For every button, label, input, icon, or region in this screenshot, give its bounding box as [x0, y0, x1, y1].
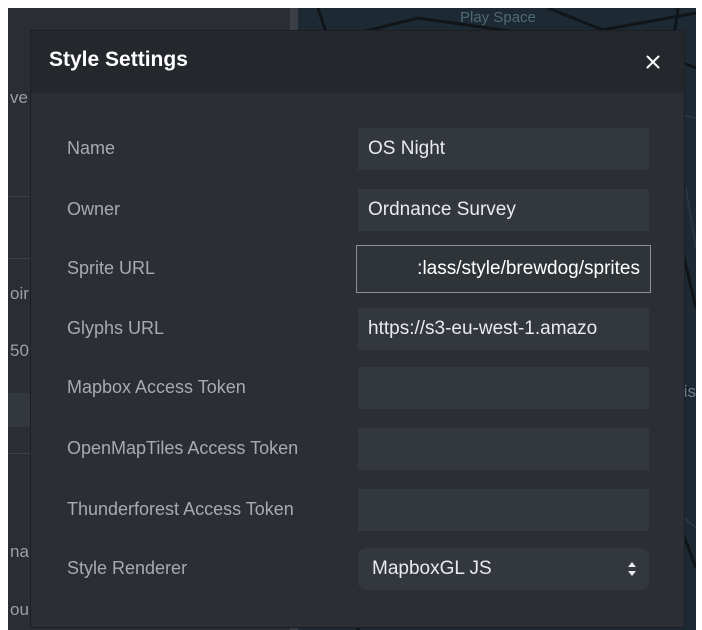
owner-input[interactable]	[358, 189, 649, 231]
background-text-fragment: 50	[10, 341, 29, 360]
thunderforest-token-input[interactable]	[358, 489, 649, 531]
glyphs-url-input[interactable]	[358, 308, 649, 350]
close-icon	[646, 55, 660, 69]
field-row-mapbox-token: Mapbox Access Token	[31, 367, 684, 413]
field-row-name: Name	[31, 128, 684, 174]
field-row-sprite-url: Sprite URL :lass/style/brewdog/sprites	[31, 245, 684, 294]
field-label-mapbox-token: Mapbox Access Token	[67, 377, 246, 397]
style-settings-modal: Style Settings Name Owner Sprite URL :la…	[31, 31, 684, 627]
map-label: Play Space	[460, 9, 536, 26]
style-renderer-value: MapboxGL JS	[372, 558, 492, 579]
mapbox-token-input[interactable]	[358, 367, 649, 409]
sprite-url-input[interactable]: :lass/style/brewdog/sprites	[356, 245, 651, 293]
field-label-openmaptiles-token: OpenMapTiles Access Token	[67, 438, 299, 458]
background-text-fragment: ve	[10, 88, 28, 107]
field-row-owner: Owner	[31, 189, 684, 235]
select-arrows-icon	[628, 562, 636, 576]
field-label-glyphs-url: Glyphs URL	[67, 318, 165, 338]
screen: ve oir 50 nar ou Play Space nis Style Se…	[0, 0, 702, 630]
field-label-owner: Owner	[67, 199, 121, 219]
field-row-openmaptiles-token: OpenMapTiles Access Token	[31, 428, 684, 474]
background-text-fragment: oir	[10, 284, 29, 303]
field-label-name: Name	[67, 138, 116, 158]
background-text-fragment: ou	[10, 600, 29, 619]
field-row-thunderforest-token: Thunderforest Access Token	[31, 489, 684, 535]
modal-title: Style Settings	[49, 48, 188, 71]
field-row-style-renderer: Style Renderer MapboxGL JS	[31, 548, 684, 594]
name-input[interactable]	[358, 128, 649, 170]
openmaptiles-token-input[interactable]	[358, 428, 649, 470]
modal-header: Style Settings	[31, 31, 684, 93]
field-label-sprite-url: Sprite URL	[67, 258, 156, 278]
style-renderer-select[interactable]: MapboxGL JS	[358, 548, 649, 590]
field-row-glyphs-url: Glyphs URL	[31, 308, 684, 354]
field-label-style-renderer: Style Renderer	[67, 558, 188, 578]
close-button[interactable]	[638, 47, 668, 77]
field-label-thunderforest-token: Thunderforest Access Token	[67, 499, 294, 519]
sprite-url-value: :lass/style/brewdog/sprites	[417, 258, 640, 279]
